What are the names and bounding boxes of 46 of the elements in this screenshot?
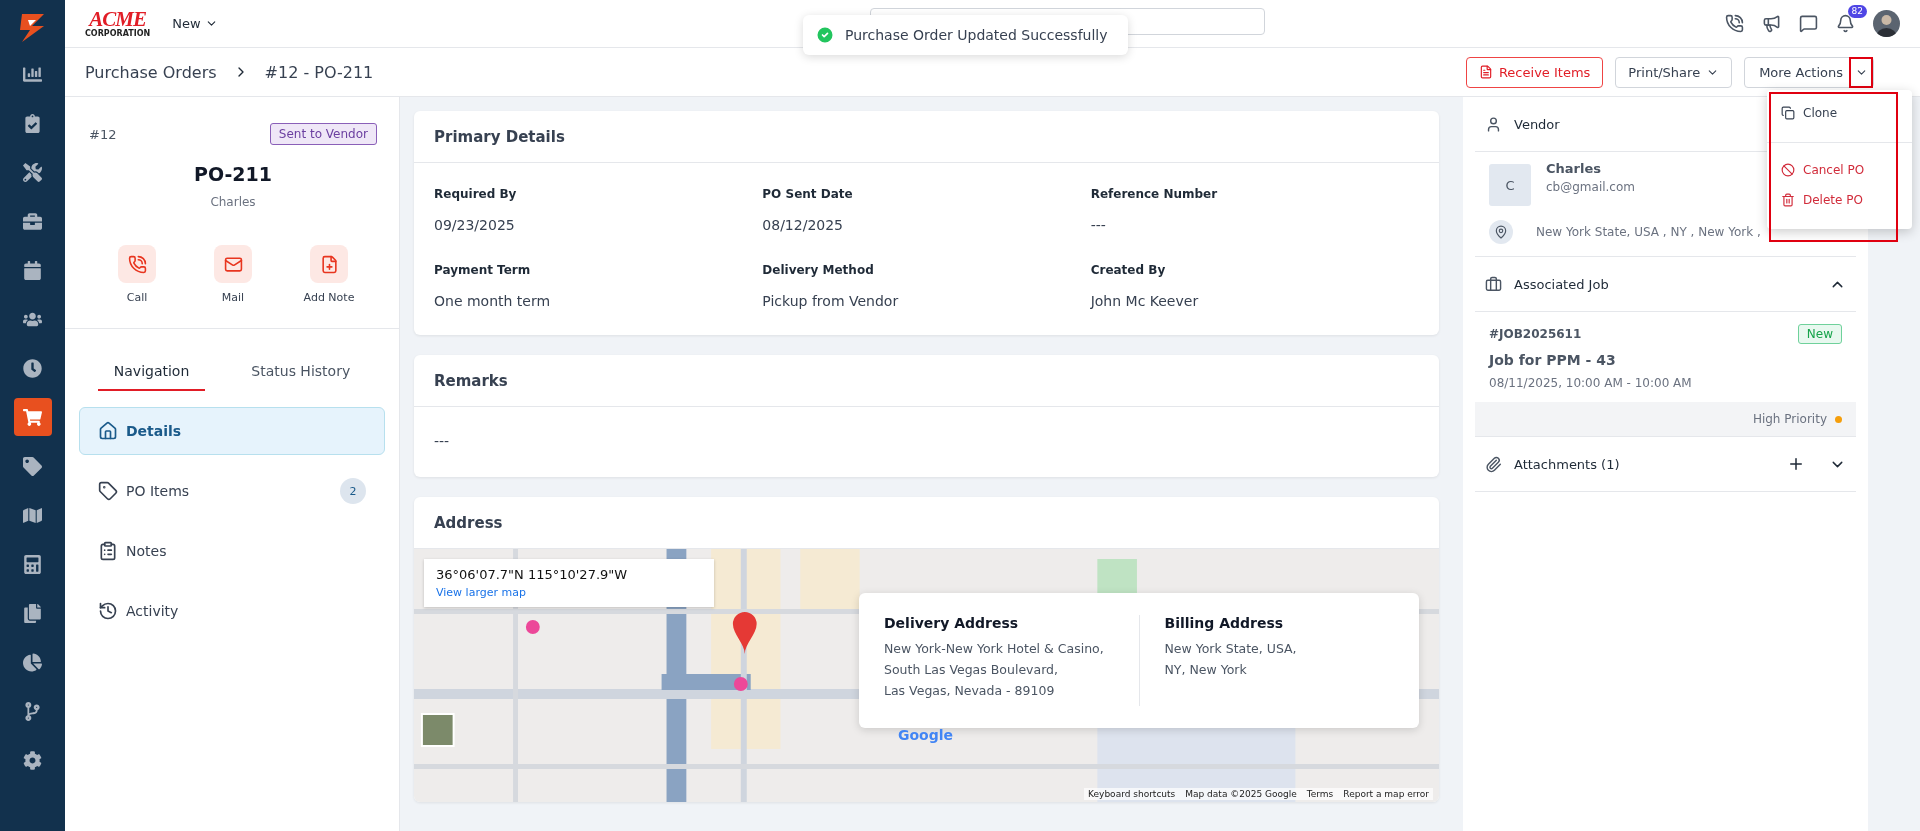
vendor-location: New York State, USA , NY , New York ,	[1536, 225, 1761, 239]
section-title: Vendor	[1514, 116, 1560, 132]
field-value: ---	[1090, 217, 1107, 233]
field-value: 09/23/2025	[434, 217, 516, 233]
address-line: New York-New York Hotel & Casino,	[884, 641, 1105, 656]
vendor-name: Charles	[1546, 160, 1602, 176]
job-status-badge: New	[1797, 324, 1842, 344]
po-number: #12	[89, 126, 117, 142]
field-value: 08/12/2025	[762, 217, 845, 233]
field-value: Pickup from Vendor	[762, 293, 900, 309]
address-title: Billing Address	[1164, 615, 1285, 631]
priority-label: High Priority	[1752, 412, 1827, 426]
address-line: Las Vegas, Nevada - 89109	[884, 683, 1056, 698]
section-title: Associated Job	[1514, 276, 1609, 292]
job-number: #JOB2025611	[1489, 327, 1582, 341]
logo-word: ACME	[89, 9, 146, 30]
remarks-text: ---	[433, 432, 451, 451]
field-value: John Mc Keever	[1090, 293, 1200, 309]
vendor-initial-avatar: C	[1489, 164, 1531, 206]
toast-message: Purchase Order Updated Successfully	[845, 27, 1108, 43]
map-logo: Google	[898, 727, 954, 743]
address-title: Delivery Address	[884, 615, 1020, 631]
item-count: 2	[340, 478, 366, 504]
card-title: Primary Details	[414, 111, 1439, 163]
section-title: Attachments (1)	[1514, 456, 1620, 472]
status-badge: Sent to Vendor	[269, 123, 377, 145]
logo-subtitle: CORPORATION	[85, 30, 151, 38]
breadcrumb-current: #12 - PO-211	[264, 62, 374, 82]
vendor-email: cb@gmail.com	[1546, 179, 1635, 194]
job-time: 08/11/2025, 10:00 AM - 10:00 AM	[1489, 376, 1693, 390]
field-value: One month term	[434, 293, 552, 309]
vendor-name: Charles	[210, 195, 256, 209]
field-label: PO Sent Date	[762, 187, 854, 201]
coordinates-text: 36°06'07.7"N 115°10'27.9"W	[436, 567, 629, 582]
po-title: PO-211	[194, 163, 272, 185]
card-title: Remarks	[414, 355, 1439, 407]
field-label: Reference Number	[1090, 187, 1219, 201]
field-label: Payment Term	[434, 263, 532, 277]
address-line: New York State, USA,	[1164, 641, 1298, 656]
notification-count: 82	[1847, 5, 1867, 18]
field-label: Created By	[1090, 263, 1167, 277]
field-label: Required By	[434, 187, 518, 201]
field-label: Delivery Method	[762, 263, 875, 277]
address-line: NY, New York	[1164, 662, 1248, 677]
address-line: South Las Vegas Boulevard,	[884, 662, 1059, 677]
job-name: Job for PPM - 43	[1489, 352, 1617, 368]
